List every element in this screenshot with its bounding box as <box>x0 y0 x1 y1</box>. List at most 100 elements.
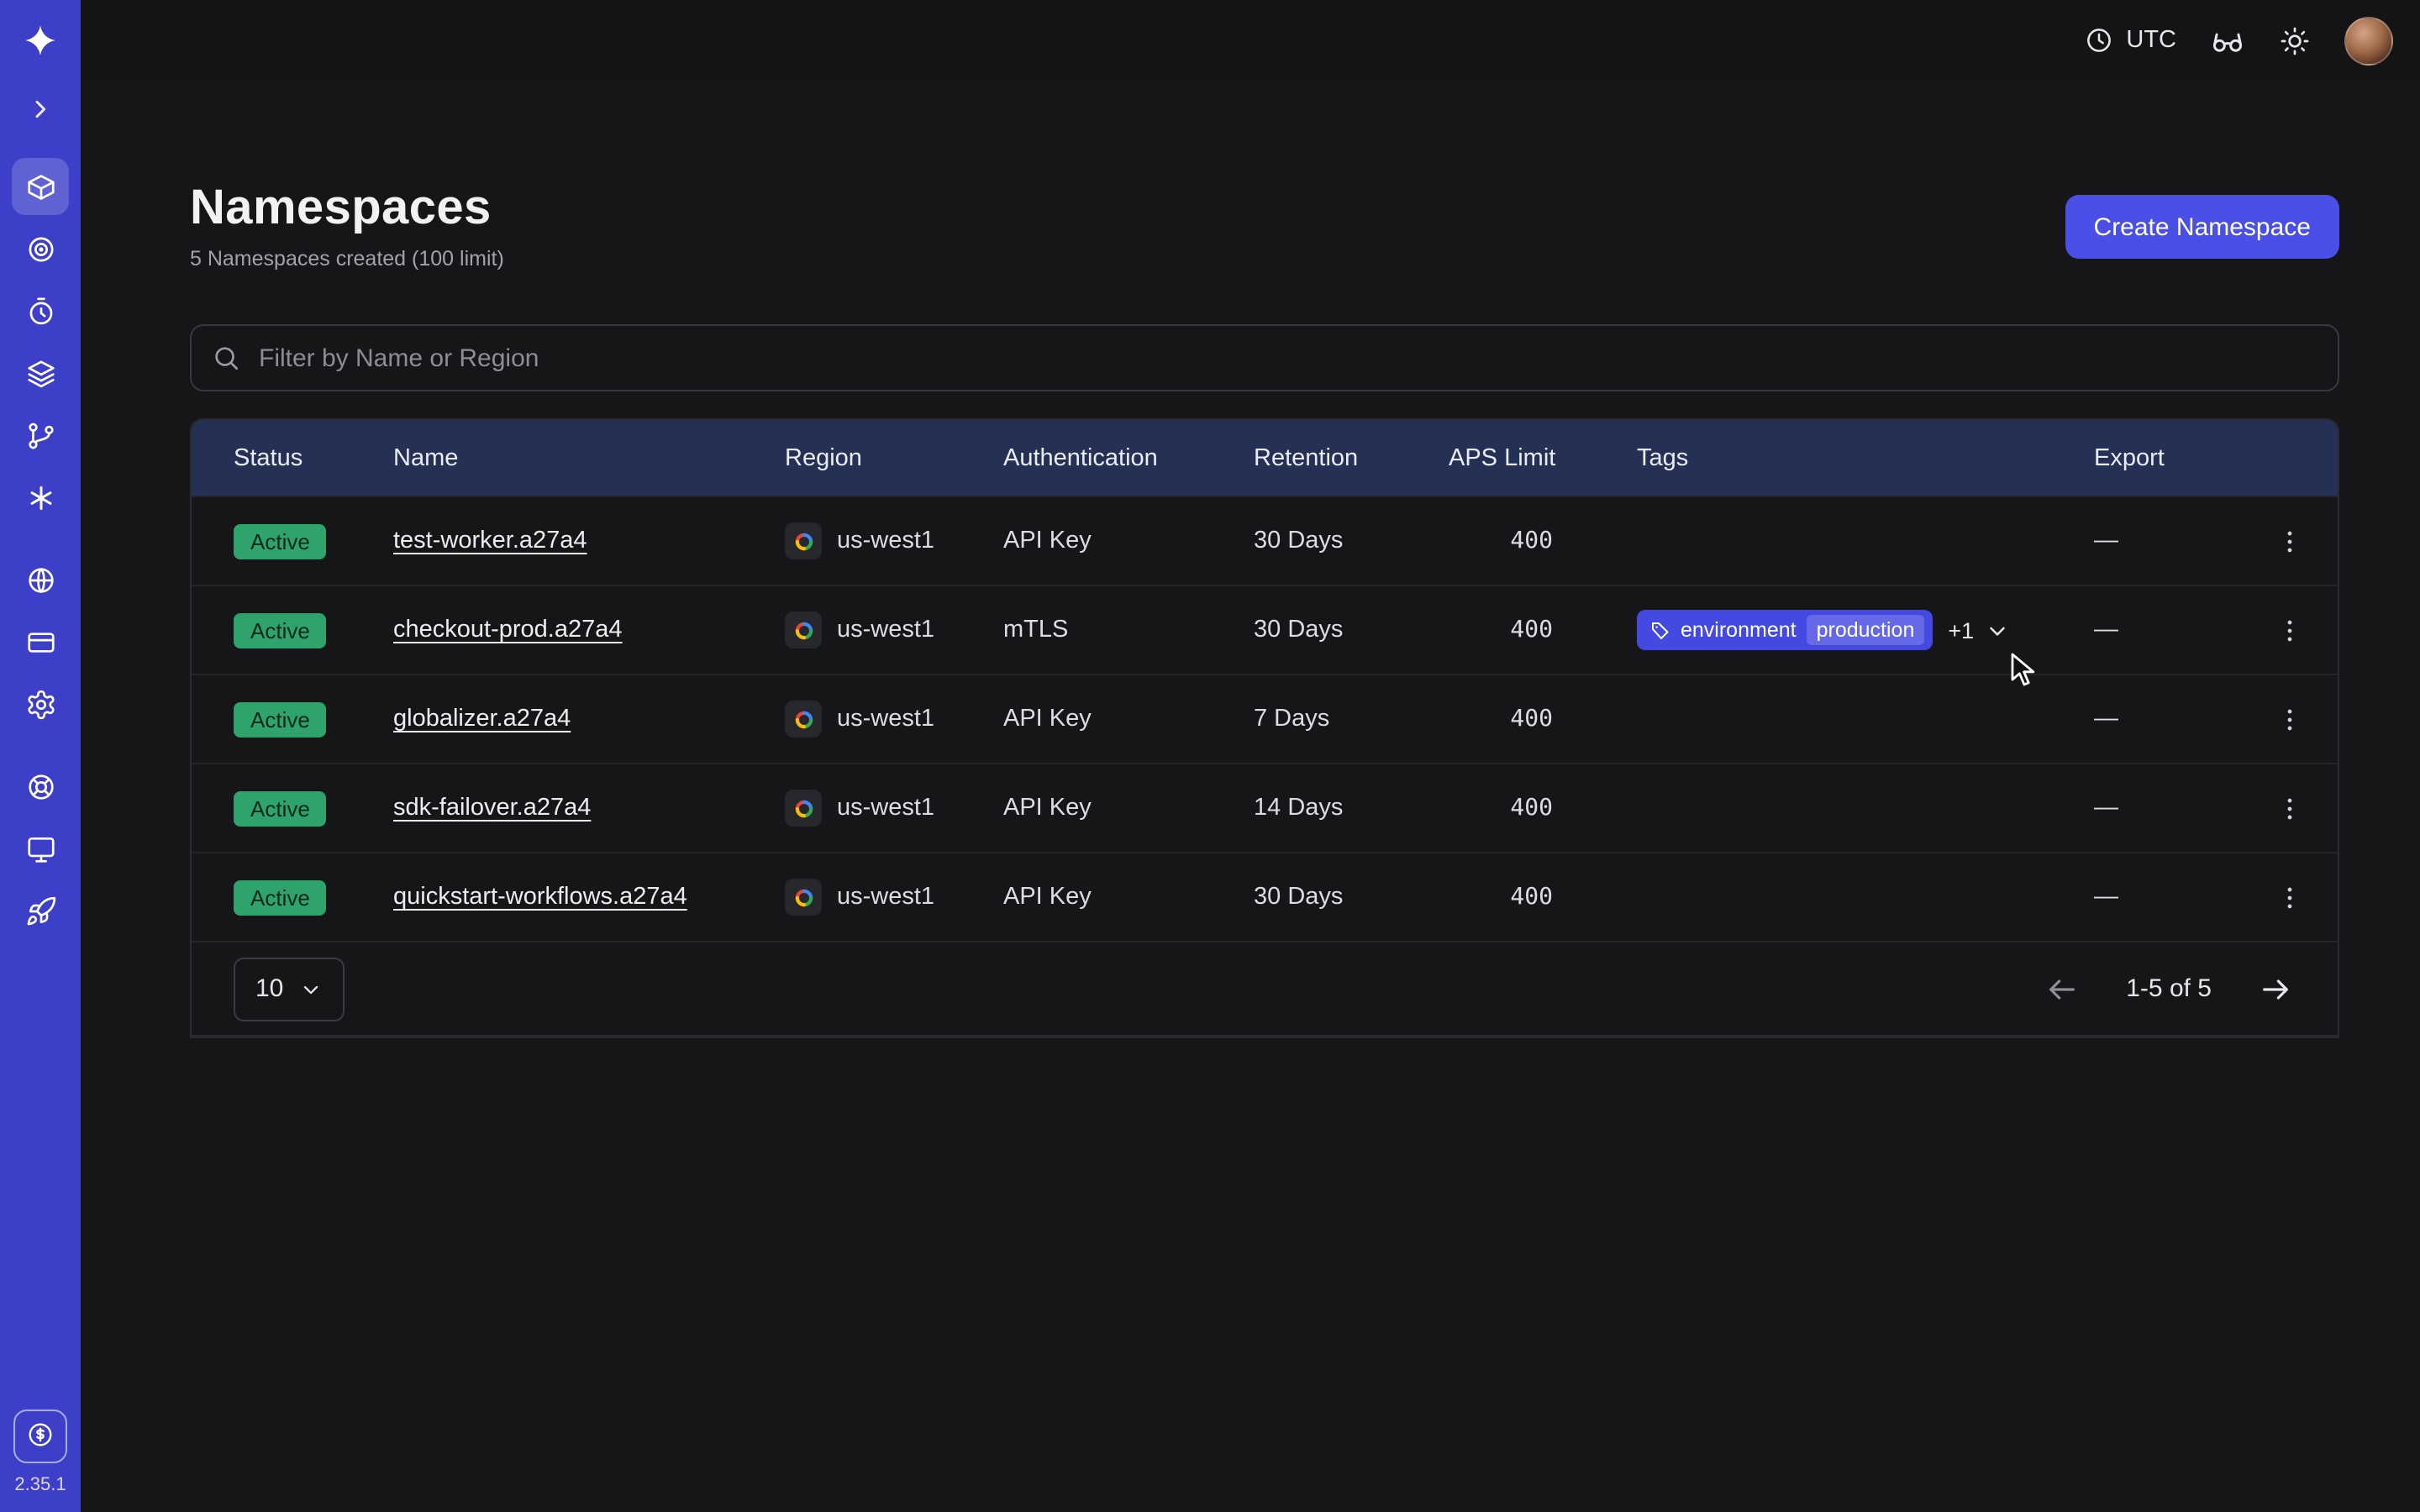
status-badge: Active <box>234 790 327 826</box>
cube-icon <box>24 171 56 202</box>
tag-icon <box>1650 620 1670 640</box>
retention-label: 14 Days <box>1254 795 1449 822</box>
column-header-aps-limit: APS Limit <box>1449 444 1637 471</box>
export-value: — <box>2094 617 2265 643</box>
sidebar-expand-button[interactable] <box>12 87 69 131</box>
row-actions-menu-button[interactable] <box>2265 873 2314 921</box>
row-actions-menu-button[interactable] <box>2265 517 2314 565</box>
tag-chip[interactable]: environment production <box>1637 610 1933 651</box>
tags-expand-chevron-icon[interactable] <box>1984 617 2009 643</box>
row-actions-menu-button[interactable] <box>2265 695 2314 743</box>
region-label: us-west1 <box>837 528 934 554</box>
app-root: 2.35.1 UTC Namespaces 5 Namespaces creat… <box>0 0 2420 1512</box>
sidebar-item-getting-started[interactable] <box>12 882 69 939</box>
row-actions-menu-button[interactable] <box>2265 784 2314 832</box>
export-value: — <box>2094 528 2265 554</box>
sidebar-item-docs[interactable] <box>12 820 69 877</box>
retention-label: 30 Days <box>1254 528 1449 554</box>
export-value: — <box>2094 884 2265 911</box>
theme-toggle-button[interactable] <box>2279 24 2311 56</box>
sidebar-item-support[interactable] <box>12 758 69 815</box>
auth-label: API Key <box>1003 884 1254 911</box>
pagination: 1-5 of 5 <box>2042 969 2296 1009</box>
user-avatar[interactable] <box>2344 16 2393 65</box>
status-badge: Active <box>234 879 327 915</box>
dollar-circle-icon <box>25 1419 55 1454</box>
column-header-region: Region <box>785 444 1003 471</box>
more-tags-label: +1 <box>1948 617 1974 643</box>
glasses-icon <box>2210 23 2245 58</box>
table-row: Active globalizer.a27a4 us-west1 API Key… <box>192 674 2338 763</box>
page-title: Namespaces <box>190 178 504 239</box>
page-size-select[interactable]: 10 <box>234 957 344 1021</box>
sidebar-item-schedules[interactable] <box>12 282 69 339</box>
sidebar-item-regions[interactable] <box>12 551 69 608</box>
branch-icon <box>24 419 56 451</box>
aps-limit-value: 400 <box>1449 706 1637 732</box>
auth-label: API Key <box>1003 795 1254 822</box>
create-namespace-button[interactable]: Create Namespace <box>2065 195 2339 259</box>
row-actions-menu-button[interactable] <box>2265 606 2314 654</box>
namespace-link[interactable]: sdk-failover.a27a4 <box>393 795 591 822</box>
sidebar-item-workflows[interactable] <box>12 407 69 464</box>
status-badge: Active <box>234 612 327 648</box>
topbar: UTC <box>81 0 2420 81</box>
column-header-export: Export <box>2094 444 2265 471</box>
sun-icon <box>2279 24 2311 56</box>
usage-credits-button[interactable] <box>13 1410 67 1463</box>
sidebar: 2.35.1 <box>0 0 81 1512</box>
namespace-link[interactable]: checkout-prod.a27a4 <box>393 617 623 643</box>
status-badge: Active <box>234 523 327 559</box>
retention-label: 7 Days <box>1254 706 1449 732</box>
sidebar-item-settings[interactable] <box>12 675 69 732</box>
sidebar-item-namespaces[interactable] <box>12 158 69 215</box>
gear-icon <box>24 688 56 720</box>
auth-label: mTLS <box>1003 617 1254 643</box>
table-footer: 10 1-5 of 5 <box>192 941 2338 1037</box>
column-header-authentication: Authentication <box>1003 444 1254 471</box>
namespace-link[interactable]: globalizer.a27a4 <box>393 706 571 732</box>
next-page-button[interactable] <box>2255 969 2296 1009</box>
main-content: Namespaces 5 Namespaces created (100 lim… <box>81 81 2420 1512</box>
table-header-row: Status Name Region Authentication Retent… <box>192 420 2338 496</box>
labs-button[interactable] <box>2210 23 2245 58</box>
sidebar-item-nexus[interactable] <box>12 469 69 526</box>
export-value: — <box>2094 795 2265 822</box>
sidebar-item-billing[interactable] <box>12 613 69 670</box>
status-badge: Active <box>234 701 327 737</box>
lifebuoy-icon <box>24 770 56 802</box>
globe-icon <box>24 564 56 596</box>
aps-limit-value: 400 <box>1449 617 1637 643</box>
gcp-cloud-icon <box>785 879 822 916</box>
namespace-link[interactable]: test-worker.a27a4 <box>393 528 587 554</box>
sidebar-item-monitoring[interactable] <box>12 220 69 277</box>
target-icon <box>24 233 56 265</box>
aps-limit-value: 400 <box>1449 528 1637 554</box>
namespaces-table: Status Name Region Authentication Retent… <box>190 418 2339 1038</box>
search-input[interactable] <box>190 324 2339 391</box>
previous-page-button[interactable] <box>2042 969 2082 1009</box>
gcp-cloud-icon <box>785 790 822 827</box>
column-header-status: Status <box>234 444 393 471</box>
aps-limit-value: 400 <box>1449 884 1637 911</box>
app-version: 2.35.1 <box>14 1475 66 1495</box>
namespace-link[interactable]: quickstart-workflows.a27a4 <box>393 884 687 911</box>
page-size-value: 10 <box>255 974 283 1003</box>
retention-label: 30 Days <box>1254 617 1449 643</box>
chevron-down-icon <box>298 977 322 1000</box>
table-row: Active sdk-failover.a27a4 us-west1 API K… <box>192 763 2338 852</box>
temporal-logo-icon[interactable] <box>12 13 69 71</box>
tags-cell: environment production +1 <box>1637 610 2094 651</box>
table-row: Active checkout-prod.a27a4 us-west1 mTLS… <box>192 585 2338 674</box>
table-row: Active quickstart-workflows.a27a4 us-wes… <box>192 852 2338 941</box>
region-label: us-west1 <box>837 706 934 732</box>
region-label: us-west1 <box>837 795 934 822</box>
timezone-button[interactable]: UTC <box>2084 25 2176 55</box>
region-label: us-west1 <box>837 617 934 643</box>
card-icon <box>24 626 56 658</box>
sidebar-item-deployments[interactable] <box>12 344 69 402</box>
rocket-icon <box>24 895 56 927</box>
monitor-icon <box>24 832 56 864</box>
column-header-tags: Tags <box>1637 444 2094 471</box>
timezone-label: UTC <box>2126 27 2176 54</box>
